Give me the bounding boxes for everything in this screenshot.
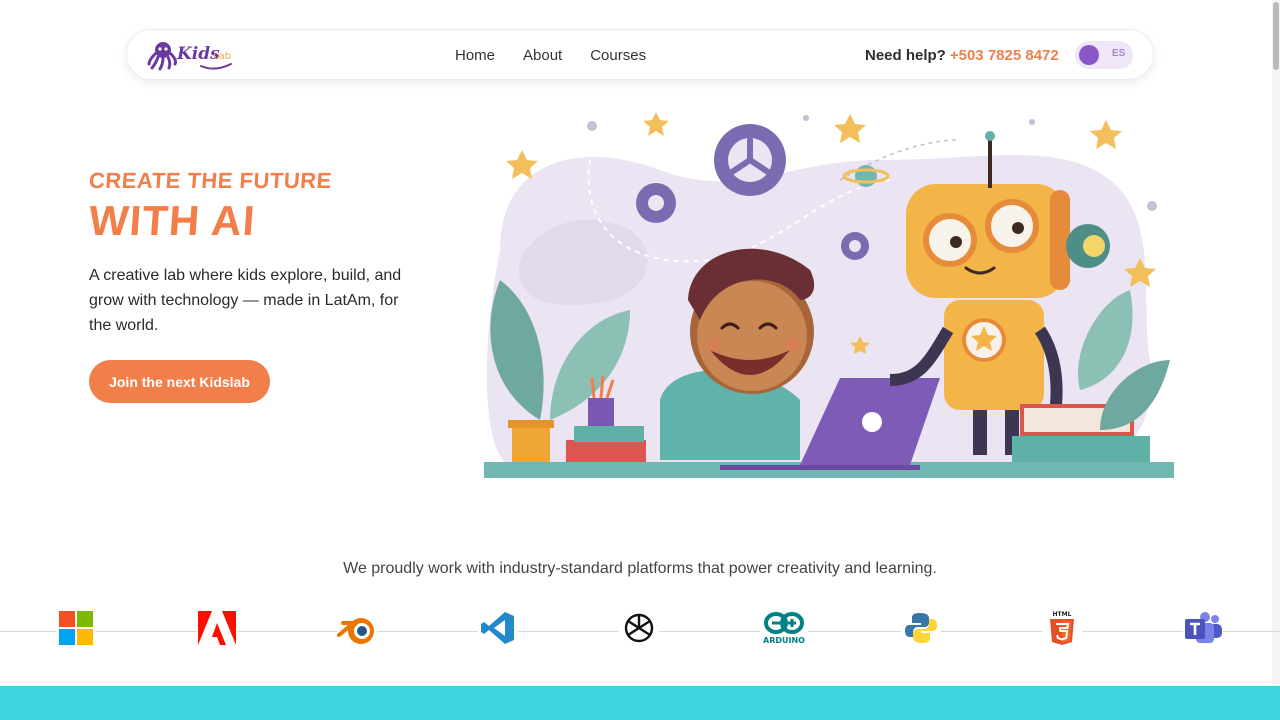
help-label: Need help? (865, 47, 946, 64)
arduino-label: ARDUINO (763, 636, 805, 645)
hero-description: A creative lab where kids explore, build… (89, 267, 402, 334)
help-contact: Need help? +503 7825 8472 (865, 30, 1059, 81)
nav-home-link[interactable]: Home (455, 47, 495, 64)
vscode-icon (478, 608, 518, 648)
nav-about-link[interactable]: About (523, 47, 562, 64)
hero-illustration (484, 112, 1174, 478)
kidslab-logo[interactable]: Kids Lab (147, 36, 239, 74)
partner-logos: ARDUINO HTML (0, 608, 1280, 648)
adobe-icon (197, 608, 237, 648)
html5-icon: HTML (1042, 608, 1082, 648)
top-navbar: Kids Lab Home About Courses Need help? +… (126, 29, 1154, 80)
logo-text-lab: Lab (213, 51, 231, 62)
python-icon (901, 608, 941, 648)
language-toggle[interactable]: ES (1075, 41, 1133, 69)
toggle-knob (1079, 45, 1099, 65)
footer-band (0, 686, 1280, 720)
hero-subtitle: CREATE THE FUTURE (88, 168, 333, 193)
teams-icon (1183, 608, 1223, 648)
arduino-icon: ARDUINO (760, 608, 808, 648)
microsoft-icon (56, 608, 96, 648)
partners-heading: We proudly work with industry-standard p… (343, 560, 937, 577)
help-phone-link[interactable]: +503 7825 8472 (950, 47, 1059, 64)
hero-title: WITH AI (87, 197, 258, 244)
nav-courses-link[interactable]: Courses (590, 47, 646, 64)
scrollbar-thumb[interactable] (1273, 2, 1279, 70)
html-label: HTML (1053, 611, 1072, 618)
openai-icon (619, 608, 659, 648)
blender-icon (337, 608, 377, 648)
nav-links: Home About Courses (455, 30, 646, 81)
language-label: ES (1112, 48, 1126, 59)
join-kidslab-button[interactable]: Join the next Kidslab (89, 360, 270, 403)
